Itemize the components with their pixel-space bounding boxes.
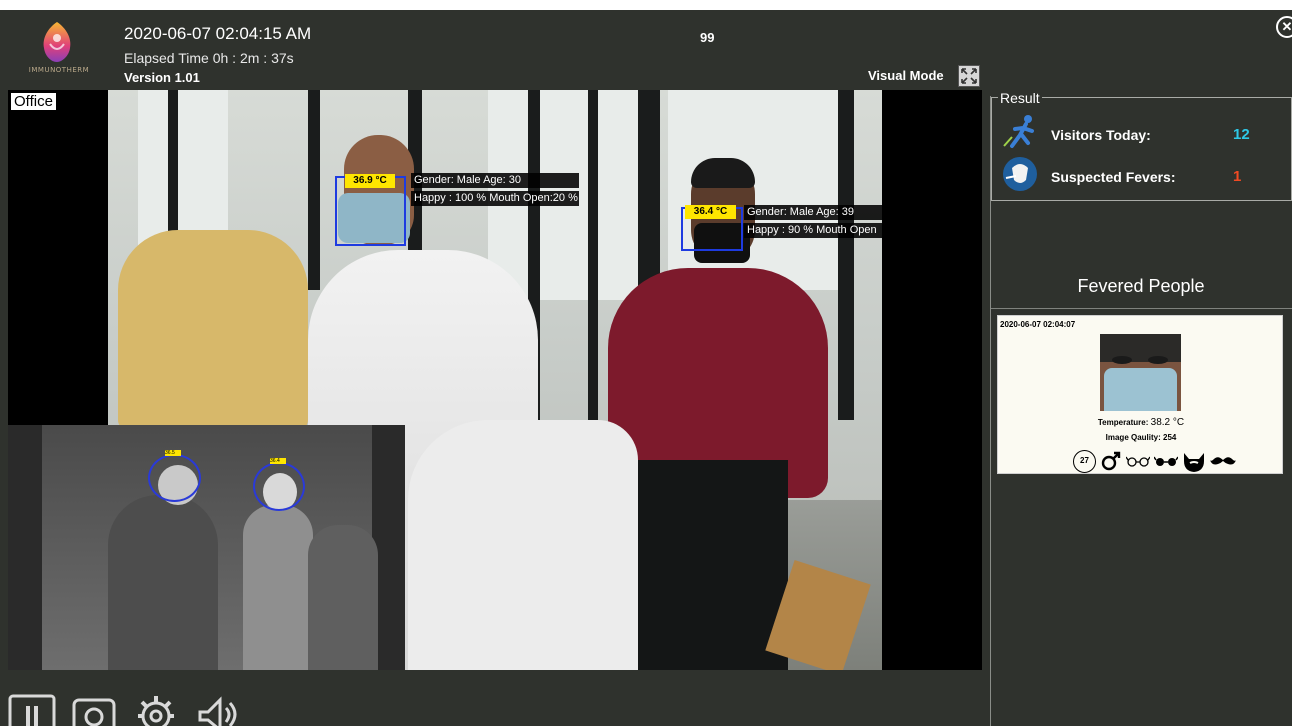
close-button[interactable]: ✕ <box>1276 16 1292 38</box>
version-label: Version 1.01 <box>124 70 200 85</box>
detection-info-line: Happy : 100 % Mouth Open:20 % <box>411 191 579 206</box>
sunglasses-icon <box>1154 456 1178 466</box>
card-quality-label: Image Qaulity: <box>1105 433 1161 442</box>
fevered-people-title: Fevered People <box>1077 276 1205 296</box>
thermal-temp-tag: 36.4 <box>270 458 286 464</box>
visual-mode-label: Visual Mode <box>868 68 944 83</box>
detection-info-line: Gender: Male Age: 39 <box>744 205 882 220</box>
thermal-face-circle <box>148 454 201 502</box>
card-temperature-value: 38.2 °C <box>1150 417 1185 428</box>
current-datetime: 2020-06-07 02:04:15 AM <box>124 24 312 43</box>
card-attribute-icons: 27 <box>1073 449 1236 473</box>
result-legend: Result <box>998 90 1042 106</box>
card-timestamp: 2020-06-07 02:04:07 <box>1000 320 1076 329</box>
immunotherm-logo: IMMUNOTHERM <box>14 18 104 76</box>
fevered-person-card[interactable]: 2020-06-07 02:04:07 Temperature: 38.2 °C… <box>997 315 1283 474</box>
visitors-today-label: Visitors Today: <box>1051 127 1151 143</box>
visitor-walking-icon <box>1003 115 1034 148</box>
fevered-person-photo <box>1100 334 1181 411</box>
thermal-face-circle <box>253 462 305 511</box>
app-window: IMMUNOTHERM 2020-06-07 02:04:15 AM Elaps… <box>0 10 1292 726</box>
settings-icon[interactable] <box>132 690 180 726</box>
card-temperature-label: Temperature: <box>1097 418 1149 427</box>
visitors-today-value: 12 <box>1233 126 1250 143</box>
beard-icon <box>1184 453 1204 472</box>
suspected-fevers-value: 1 <box>1233 168 1242 185</box>
glasses-icon <box>1126 456 1150 467</box>
close-icon: ✕ <box>1281 19 1292 34</box>
fullscreen-icon <box>961 68 977 84</box>
camera-location-label: Office <box>10 92 57 111</box>
detection-info-line: Happy : 90 % Mouth Open <box>744 223 882 238</box>
frame-counter: 99 <box>700 30 715 45</box>
temperature-tag: 36.4 °C <box>685 205 736 219</box>
detection-info-line: Gender: Male Age: 30 <box>411 173 579 188</box>
card-quality-value: 254 <box>1163 433 1177 442</box>
pause-icon[interactable] <box>8 690 56 726</box>
logo-text: IMMUNOTHERM <box>28 66 90 74</box>
camera-icon[interactable] <box>70 690 118 726</box>
card-age: 27 <box>1080 455 1089 465</box>
temperature-tag: 36.9 °C <box>345 174 395 188</box>
elapsed-time: Elapsed Time 0h : 2m : 37s <box>124 50 294 66</box>
thermal-inset-view: 36.5 36.4 <box>8 425 405 670</box>
mustache-icon <box>1210 457 1236 465</box>
speaker-icon[interactable] <box>194 690 242 726</box>
bottom-toolbar <box>8 690 242 726</box>
visual-mode-toggle[interactable] <box>958 65 980 87</box>
age-icon: 27 <box>1073 449 1096 473</box>
thermal-temp-tag: 36.5 <box>165 450 181 456</box>
logo-flame-icon <box>43 22 71 62</box>
suspected-fevers-label: Suspected Fevers: <box>1051 169 1176 185</box>
male-icon <box>1101 451 1121 471</box>
camera-view[interactable]: 36.9 °C Gender: Male Age: 30 Happy : 100… <box>8 90 982 670</box>
fever-thermometer-icon <box>1003 157 1037 191</box>
